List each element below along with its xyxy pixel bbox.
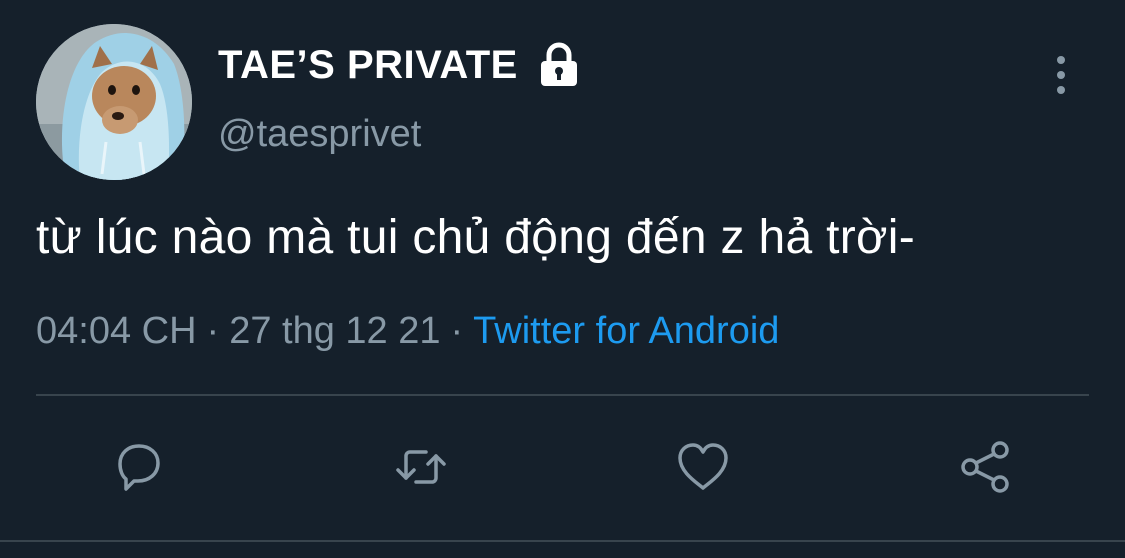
lock-icon — [538, 42, 580, 88]
retweet-button[interactable] — [390, 436, 452, 498]
separator: · — [206, 310, 220, 352]
bottom-divider — [0, 540, 1125, 542]
tweet-metadata: 04:04 CH · 27 thg 12 21 · Twitter for Androi… — [36, 310, 779, 353]
more-options-icon[interactable] — [1046, 54, 1076, 96]
retweet-icon — [396, 450, 446, 484]
display-name-text: TAE’S PRIVATE — [218, 42, 518, 87]
share-button[interactable] — [954, 436, 1016, 498]
tweet-card: TAE’S PRIVATE @taesprivet từ lúc nào mà … — [0, 0, 1125, 558]
tweet-date[interactable]: 27 thg 12 21 — [229, 310, 440, 352]
heart-icon — [678, 443, 728, 490]
share-icon — [961, 441, 1009, 493]
display-name[interactable]: TAE’S PRIVATE — [218, 42, 580, 88]
avatar-image — [36, 24, 192, 180]
reply-icon — [118, 444, 160, 491]
reply-button[interactable] — [108, 436, 170, 498]
user-handle[interactable]: @taesprivet — [218, 113, 421, 156]
tweet-source-link[interactable]: Twitter for Android — [473, 310, 779, 352]
avatar[interactable] — [36, 24, 192, 180]
tweet-text: từ lúc nào mà tui chủ động đến z hả trời… — [36, 211, 916, 264]
divider — [36, 394, 1089, 396]
tweet-time[interactable]: 04:04 CH — [36, 310, 197, 352]
like-button[interactable] — [672, 436, 734, 498]
separator: · — [450, 310, 464, 352]
